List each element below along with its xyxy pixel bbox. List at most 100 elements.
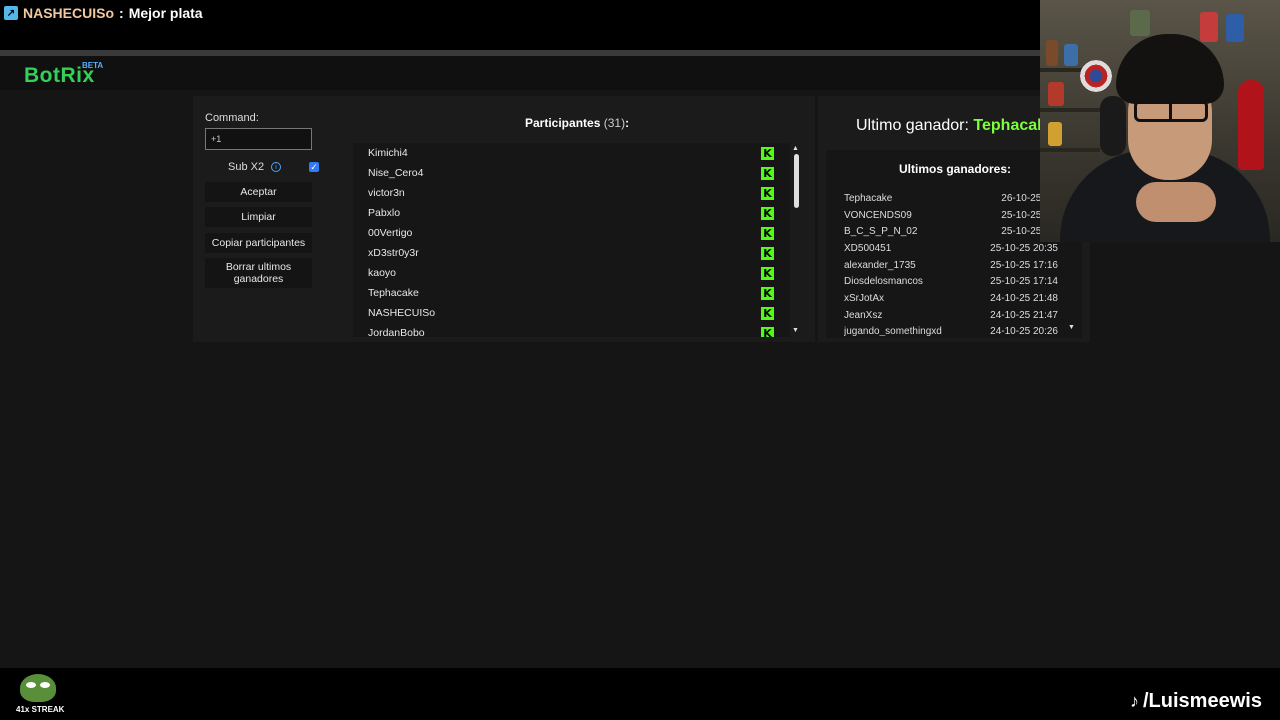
participant-name: Pabxlo [368, 207, 401, 219]
participants-scrollbar[interactable] [794, 154, 799, 208]
sub-x2-checkbox[interactable]: ✓ [309, 162, 319, 172]
kick-icon: K [761, 246, 774, 260]
accept-button[interactable]: Aceptar [205, 182, 312, 202]
list-item[interactable]: victor3n K [353, 183, 790, 203]
figure-collectible [1064, 44, 1078, 66]
glasses-bridge [1169, 100, 1172, 122]
winner-row: B_C_S_P_N_02 25-10-25 21: [844, 223, 1058, 240]
figure-collectible [1048, 122, 1062, 146]
kick-icon: K [761, 226, 774, 240]
last-winner-label: Ultimo ganador: [856, 117, 969, 134]
winner-name: VONCENDS09 [844, 209, 912, 221]
chat-message-line: ↗ NASHECUISo : Mejor plata [4, 5, 203, 21]
kick-icon: K [761, 286, 774, 300]
participants-colon: : [625, 116, 630, 130]
kick-icon: K [761, 166, 774, 180]
beta-badge: BETA [82, 61, 104, 70]
winners-scroll-down-arrow[interactable]: ▼ [1068, 324, 1075, 331]
winner-name: xSrJotAx [844, 292, 885, 304]
winner-name: XD500451 [844, 242, 892, 254]
winner-date: 25-10-25 17:16 [990, 259, 1058, 271]
streamer-hands [1136, 182, 1216, 222]
winner-date: 24-10-25 21:48 [990, 292, 1058, 304]
kick-icon: K [761, 206, 774, 220]
winners-list[interactable]: Tephacake 26-10-25 15: VONCENDS09 25-10-25 … [844, 190, 1058, 336]
scroll-up-arrow[interactable]: ▲ [792, 145, 799, 152]
list-item[interactable]: xD3str0y3r K [353, 243, 790, 263]
list-item[interactable]: 00Vertigo K [353, 223, 790, 243]
frog-eye [40, 682, 50, 688]
participants-title: Participantes (31): [525, 116, 629, 130]
clear-button[interactable]: Limpiar [205, 207, 312, 227]
bottom-bar [0, 668, 1280, 720]
info-icon[interactable]: i [271, 162, 281, 172]
winner-name: Tephacake [844, 192, 893, 204]
headset-icon [1100, 96, 1126, 156]
webcam-overlay [1040, 0, 1280, 242]
list-item[interactable]: Nise_Cero4 K [353, 163, 790, 183]
winner-row: VONCENDS09 25-10-25 21: [844, 207, 1058, 224]
winner-name: Diosdelosmancos [844, 276, 923, 288]
winner-date: 25-10-25 20:35 [990, 242, 1058, 254]
command-input[interactable] [205, 128, 312, 150]
winner-row: JeanXsz 24-10-25 21:47 [844, 307, 1058, 324]
share-arrow-icon: ↗ [4, 6, 18, 20]
chat-username: NASHECUISo [23, 5, 115, 21]
winner-row: Diosdelosmancos 25-10-25 17:14 [844, 273, 1058, 290]
participant-name: xD3str0y3r [368, 247, 419, 259]
tiktok-handle-text: /Luismeewis [1143, 690, 1262, 712]
streak-text: 41x STREAK [16, 705, 65, 714]
list-item[interactable]: kaoyo K [353, 263, 790, 283]
winners-title: Ultimos ganadores: [899, 162, 1012, 176]
figure-collectible [1048, 82, 1064, 106]
list-item[interactable]: Kimichi4 K [353, 143, 790, 163]
shelf [1040, 148, 1100, 152]
kick-icon: K [761, 306, 774, 320]
participant-name: NASHECUISo [368, 307, 436, 319]
spiderman-figure [1238, 80, 1264, 170]
list-item[interactable]: Tephacake K [353, 283, 790, 303]
participant-name: victor3n [368, 187, 405, 199]
kick-icon: K [761, 326, 774, 337]
streak-badge [14, 672, 66, 708]
winner-name: JeanXsz [844, 309, 883, 321]
list-item[interactable]: NASHECUISo K [353, 303, 790, 323]
winner-date: 24-10-25 21:47 [990, 309, 1058, 321]
figure-collectible [1130, 10, 1150, 36]
participant-name: kaoyo [368, 267, 397, 279]
winner-row: xSrJotAx 24-10-25 21:48 [844, 290, 1058, 307]
participant-name: Nise_Cero4 [368, 167, 424, 179]
winner-name: jugando_somethingxd [844, 326, 942, 336]
copy-participants-button[interactable]: Copiar participantes [205, 233, 312, 253]
pepe-frog-icon [20, 674, 56, 702]
tiktok-icon: ♪ [1130, 691, 1139, 711]
figure-collectible [1046, 40, 1058, 66]
delete-winners-button[interactable]: Borrar ultimos ganadores [205, 258, 312, 288]
winner-name: B_C_S_P_N_02 [844, 226, 918, 238]
kick-icon: K [761, 266, 774, 280]
winner-row: alexander_1735 25-10-25 17:16 [844, 257, 1058, 274]
participants-list[interactable]: Kimichi4 K Nise_Cero4 Kvictor3n K Pabxlo K 00Ve… [353, 143, 790, 337]
figure-collectible [1226, 14, 1244, 42]
figure-collectible [1200, 12, 1218, 42]
winner-date: 24-10-25 20:26 [990, 326, 1058, 336]
chat-message: Mejor plata [128, 5, 203, 21]
participant-name: JordanBobo [368, 327, 425, 337]
shelf [1040, 108, 1100, 112]
participants-count: (31) [603, 116, 626, 130]
last-winner: Ultimo ganador: Tephacake [856, 117, 1055, 135]
winner-date: 25-10-25 17:14 [990, 276, 1058, 288]
participant-name: Tephacake [368, 287, 419, 299]
command-label: Command: [205, 112, 259, 124]
participant-name: Kimichi4 [368, 147, 408, 159]
list-item[interactable]: Pabxlo K [353, 203, 790, 223]
scroll-down-arrow[interactable]: ▼ [792, 327, 799, 334]
frog-eye [26, 682, 36, 688]
list-item[interactable]: JordanBobo K [353, 323, 790, 337]
sub-x2-label: Sub X2 [228, 161, 265, 173]
chat-separator: : [119, 5, 124, 21]
winner-row: XD500451 25-10-25 20:35 [844, 240, 1058, 257]
kick-icon: K [761, 146, 774, 160]
winner-name: alexander_1735 [844, 259, 916, 271]
participants-title-label: Participantes [525, 116, 601, 130]
